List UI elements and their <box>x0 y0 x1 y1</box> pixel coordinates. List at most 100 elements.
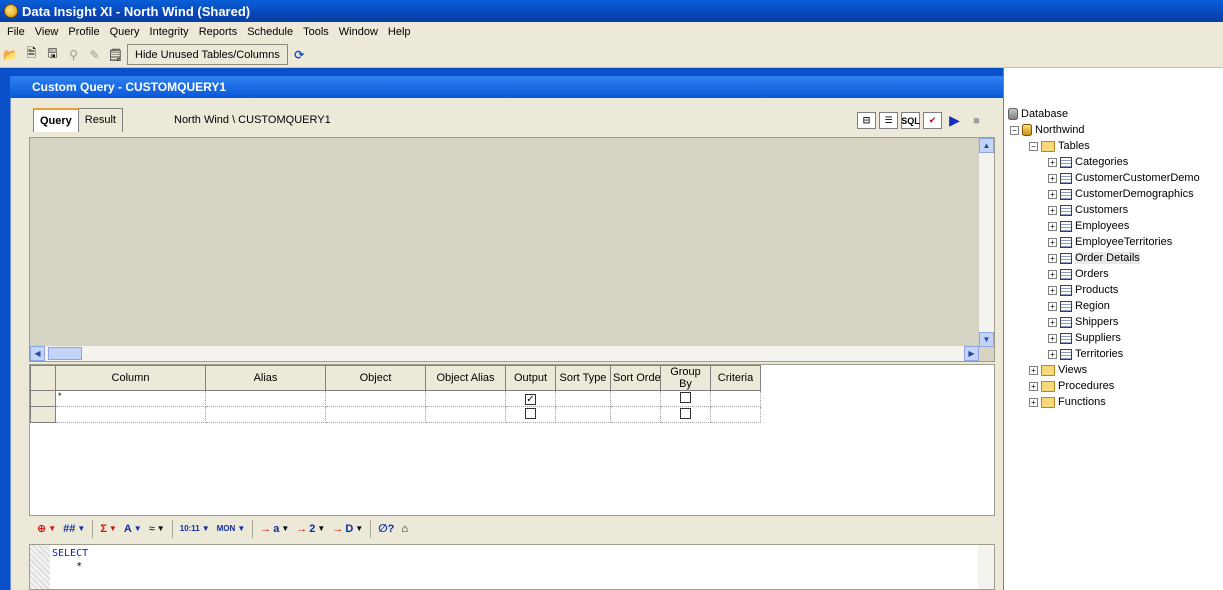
grid-cell-sort-order[interactable] <box>610 406 661 423</box>
row-header[interactable] <box>30 390 56 407</box>
number-format-icon[interactable]: ## ▼ <box>61 523 87 535</box>
menu-help[interactable]: Help <box>383 26 416 38</box>
scroll-left-icon[interactable]: ◀ <box>30 346 45 361</box>
sql-check-icon[interactable]: ✔ <box>923 112 942 129</box>
diagram-pane[interactable]: ▲ ▼ ◀ ▶ <box>29 137 995 362</box>
expand-icon[interactable]: + <box>1048 333 1057 343</box>
tree-node-northwind[interactable]: − Northwind <box>1010 122 1085 138</box>
edit-icon[interactable]: ✎ <box>85 45 104 65</box>
expand-icon[interactable]: + <box>1048 189 1057 199</box>
tree-node-table[interactable]: + EmployeeTerritories <box>1048 234 1172 250</box>
tab-query[interactable]: Query <box>33 108 79 132</box>
sql-view-button[interactable]: SQL <box>901 112 920 129</box>
expand-icon[interactable]: + <box>1048 173 1057 183</box>
tree-node-table[interactable]: + Suppliers <box>1048 330 1121 346</box>
hide-unused-button[interactable]: Hide Unused Tables/Columns <box>127 44 288 65</box>
expand-icon[interactable]: + <box>1048 301 1057 311</box>
tree-node-database[interactable]: Database <box>1008 106 1068 122</box>
expand-icon[interactable]: + <box>1048 317 1057 327</box>
expand-icon[interactable]: + <box>1048 221 1057 231</box>
convert-2-icon[interactable]: → 2 ▼ <box>294 523 327 535</box>
group-by-checkbox[interactable] <box>680 407 691 419</box>
menu-tools[interactable]: Tools <box>298 26 334 38</box>
grid-cell-sort-type[interactable] <box>555 390 611 407</box>
expand-icon[interactable]: + <box>1029 381 1038 391</box>
scroll-up-icon[interactable]: ▲ <box>979 138 994 153</box>
expand-icon[interactable]: + <box>1048 269 1057 279</box>
tree-node-table-selected[interactable]: + Order Details <box>1048 250 1140 266</box>
scroll-thumb[interactable] <box>48 347 82 360</box>
group-by-checkbox[interactable] <box>680 391 691 403</box>
header-criteria[interactable]: Criteria <box>710 365 761 391</box>
convert-d-icon[interactable]: → D ▼ <box>330 523 365 535</box>
tree-node-table[interactable]: + Products <box>1048 282 1118 298</box>
header-group-by[interactable]: Group By <box>660 365 711 391</box>
binoculars-icon[interactable]: ⚲ <box>64 45 83 65</box>
row-header[interactable] <box>30 406 56 423</box>
day-function-icon[interactable]: MON ▼ <box>215 524 248 533</box>
save-icon[interactable]: 🖫 <box>43 45 62 65</box>
expand-icon[interactable]: + <box>1048 237 1057 247</box>
grid-view-icon[interactable]: ☰ <box>879 112 898 129</box>
grid-cell-column[interactable]: * <box>55 390 206 407</box>
diagram-horizontal-scrollbar[interactable]: ◀ ▶ <box>30 345 979 361</box>
tab-result[interactable]: Result <box>78 108 123 132</box>
menu-file[interactable]: File <box>2 26 30 38</box>
expand-icon[interactable]: + <box>1029 397 1038 407</box>
grid-cell-object-alias[interactable] <box>425 390 506 407</box>
tree-node-table[interactable]: + Region <box>1048 298 1110 314</box>
grid-cell-column[interactable] <box>55 406 206 423</box>
tree-node-table[interactable]: + CustomerCustomerDemo <box>1048 170 1200 186</box>
table-row[interactable] <box>30 406 761 423</box>
header-sort-order[interactable]: Sort Order <box>610 365 661 391</box>
refresh-icon[interactable]: ⟳ <box>290 45 309 65</box>
collapse-icon[interactable]: − <box>1029 141 1038 151</box>
tree-node-table[interactable]: + Orders <box>1048 266 1109 282</box>
scroll-down-icon[interactable]: ▼ <box>979 332 994 347</box>
grid-cell-alias[interactable] <box>205 406 326 423</box>
print-preview-icon[interactable]: 🗎 <box>22 45 41 65</box>
header-alias[interactable]: Alias <box>205 365 326 391</box>
grid-cell-alias[interactable] <box>205 390 326 407</box>
output-checkbox[interactable]: ✓ <box>525 393 536 405</box>
custom-function-icon[interactable]: ⌂ <box>399 523 410 535</box>
grid-cell-sort-order[interactable] <box>610 390 661 407</box>
sql-editor[interactable]: SELECT * <box>29 544 995 590</box>
concat-icon[interactable]: ⊕ ▼ <box>35 522 58 535</box>
menu-query[interactable]: Query <box>105 26 145 38</box>
output-checkbox[interactable] <box>525 407 536 419</box>
grid-cell-sort-type[interactable] <box>555 406 611 423</box>
header-object-alias[interactable]: Object Alias <box>425 365 506 391</box>
approx-icon[interactable]: ≈ ▼ <box>147 523 167 535</box>
tree-node-tables[interactable]: − Tables <box>1029 138 1090 154</box>
stop-icon[interactable]: ■ <box>967 112 986 129</box>
report-icon[interactable]: 🗒 <box>106 45 125 65</box>
time-function-icon[interactable]: 10:11 ▼ <box>178 524 212 533</box>
text-function-icon[interactable]: A ▼ <box>122 523 144 535</box>
tree-node-procedures[interactable]: + Procedures <box>1029 378 1114 394</box>
expand-icon[interactable]: + <box>1048 253 1057 263</box>
header-output[interactable]: Output <box>505 365 556 391</box>
tree-node-table[interactable]: + Territories <box>1048 346 1123 362</box>
collapse-icon[interactable]: − <box>1010 125 1019 135</box>
grid-cell-criteria[interactable] <box>710 390 761 407</box>
menu-window[interactable]: Window <box>334 26 383 38</box>
scroll-right-icon[interactable]: ▶ <box>964 346 979 361</box>
sum-icon[interactable]: Σ ▼ <box>98 523 119 535</box>
tree-node-table[interactable]: + Shippers <box>1048 314 1118 330</box>
sql-vertical-scrollbar[interactable] <box>978 545 994 589</box>
sql-text[interactable]: SELECT * <box>52 547 88 573</box>
tree-node-table[interactable]: + Employees <box>1048 218 1129 234</box>
diagram-view-icon[interactable]: ⊟ <box>857 112 876 129</box>
expand-icon[interactable]: + <box>1048 285 1057 295</box>
open-folder-icon[interactable]: 📂 <box>1 45 20 65</box>
expand-icon[interactable]: + <box>1048 205 1057 215</box>
tree-node-table[interactable]: + CustomerDemographics <box>1048 186 1194 202</box>
expand-icon[interactable]: + <box>1048 157 1057 167</box>
grid-cell-object-alias[interactable] <box>425 406 506 423</box>
menu-reports[interactable]: Reports <box>194 26 243 38</box>
expand-icon[interactable]: + <box>1048 349 1057 359</box>
grid-cell-object[interactable] <box>325 406 426 423</box>
table-row[interactable]: * ✓ <box>30 390 761 407</box>
menu-profile[interactable]: Profile <box>63 26 104 38</box>
